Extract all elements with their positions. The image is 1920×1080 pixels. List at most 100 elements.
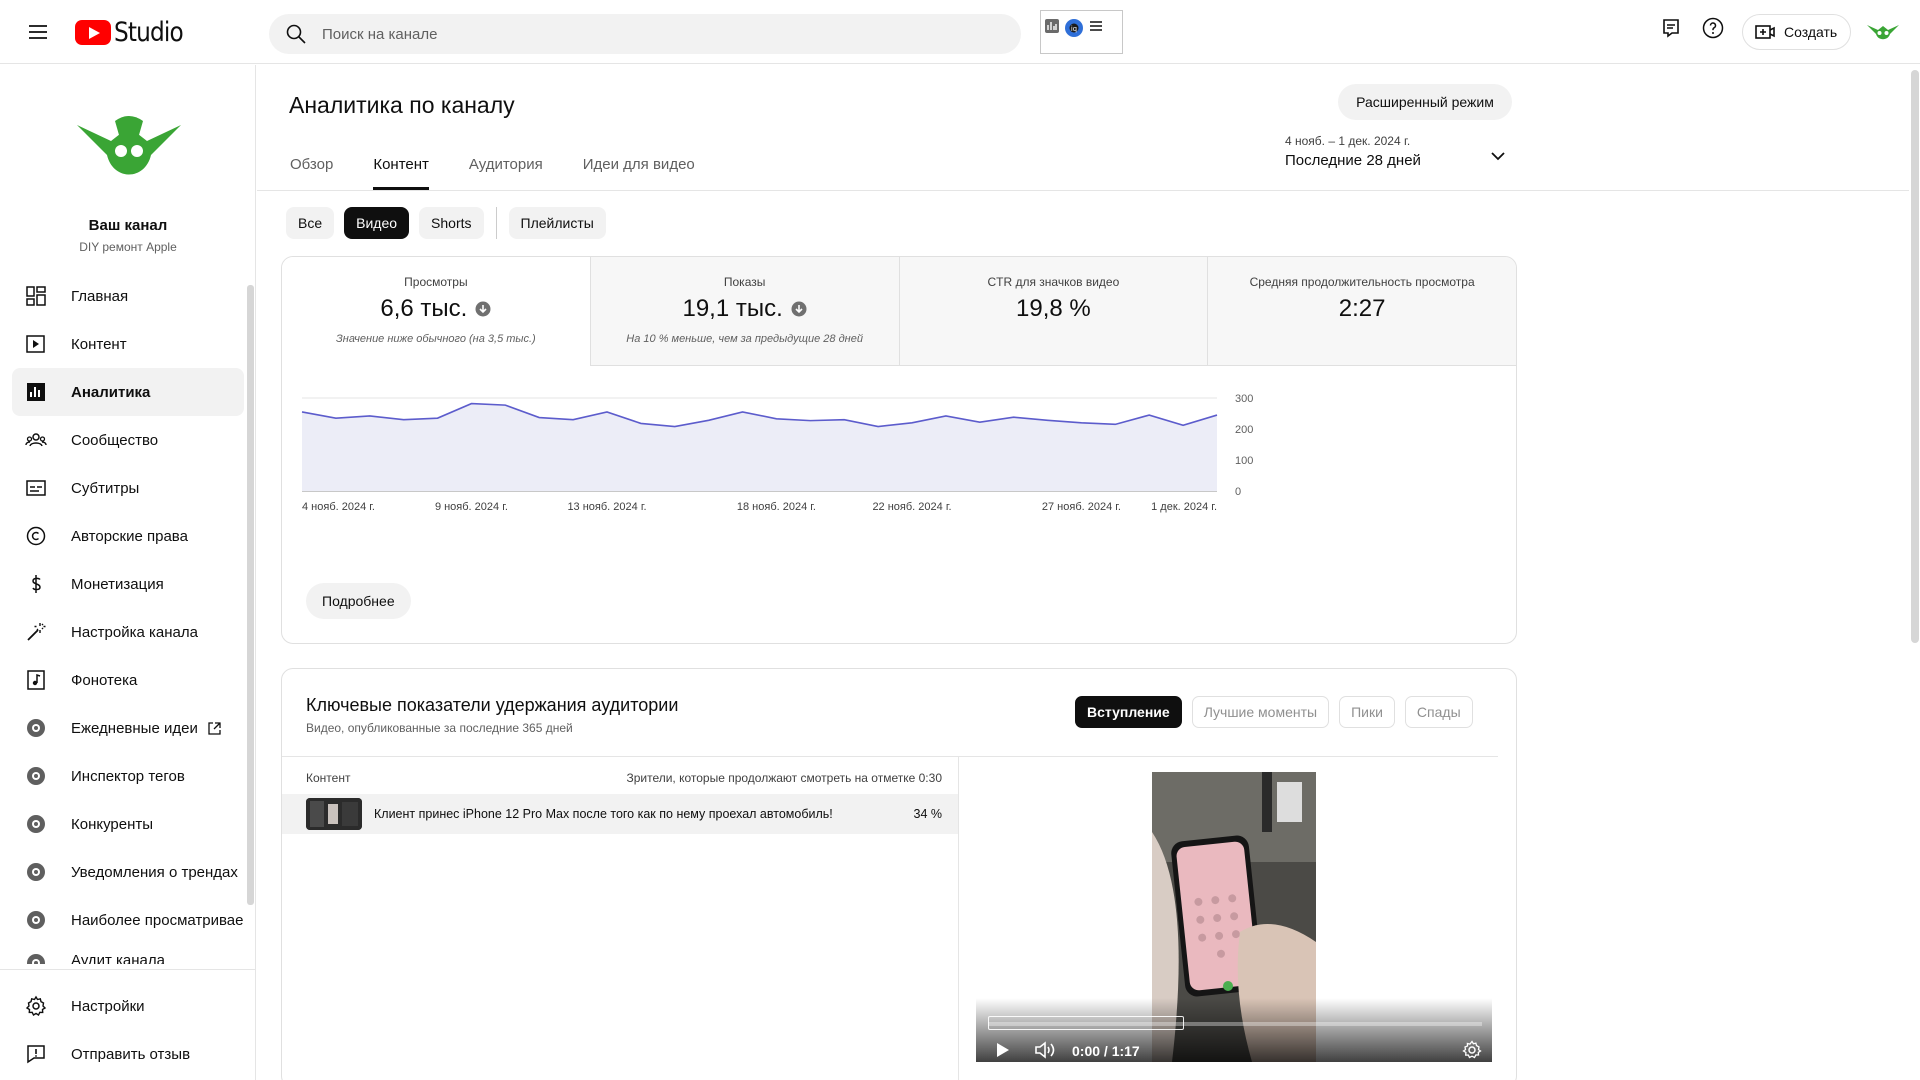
logo-text: Studio [114,16,184,48]
sidebar-item-feedback[interactable]: Отправить отзыв [12,1030,244,1078]
sidebar-item-label: Монетизация [71,575,164,593]
metric-label: Показы [723,275,766,289]
volume-icon[interactable] [1034,1040,1056,1060]
video-player[interactable]: 0:00 / 1:17 [976,772,1492,1062]
sidebar-item-copyright[interactable]: Авторские права [12,512,244,560]
advanced-mode-button[interactable]: Расширенный режим [1338,84,1512,120]
sidebar-item-label: Главная [71,287,129,305]
metrics-card: Просмотры 6,6 тыс. Значение ниже обычног… [281,256,1517,644]
channel-avatar[interactable] [77,113,181,183]
sidebar-item-label: Уведомления о трендах [71,863,238,881]
play-icon[interactable] [992,1040,1012,1060]
sidebar-item-label: Субтитры [71,479,140,497]
extension-list-icon[interactable] [1089,19,1103,33]
help-icon[interactable] [1701,16,1725,40]
sidebar-item-label: Контент [71,335,127,353]
settings-icon [25,995,47,1016]
sidebar: Ваш канал DIY ремонт Apple Главная Конте… [0,65,256,1080]
video-time: 0:00 / 1:17 [1072,1043,1140,1059]
chip-shorts[interactable]: Shorts [419,207,484,239]
channel-name: Ваш канал [88,217,168,234]
tab-overview[interactable]: Обзор [290,156,333,190]
menu-icon[interactable] [24,18,52,46]
sidebar-item-content[interactable]: Контент [12,320,244,368]
date-range-picker[interactable]: 4 нояб. – 1 дек. 2024 г. Последние 28 дн… [1285,134,1421,169]
sidebar-item-community[interactable]: Сообщество [12,416,244,464]
sidebar-item-most-viewed[interactable]: Наиболее просматриваемые [12,896,244,944]
sidebar-item-tag-inspector[interactable]: Инспектор тегов [12,752,244,800]
vidiq-extension-icon [27,815,45,833]
tab-video-ideas[interactable]: Идеи для видео [583,156,695,190]
retention-title: Ключевые показатели удержания аудитории [306,695,679,715]
progress-scrubber[interactable] [988,1016,1184,1030]
metric-views[interactable]: Просмотры 6,6 тыс. Значение ниже обычног… [282,257,591,366]
sidebar-scrollbar[interactable] [247,285,254,905]
audio-library-icon [27,670,45,690]
table-header: Контент Зрители, которые продолжают смот… [306,771,942,785]
chip-videos[interactable]: Видео [344,207,410,239]
page-scrollbar[interactable] [1911,70,1919,643]
metric-note: На 10 % меньше, чем за предыдущие 28 дне… [626,333,863,345]
sidebar-item-monetization[interactable]: Монетизация [12,560,244,608]
sidebar-item-label: Настройка канала [71,623,198,641]
sidebar-item-label: Ежедневные идеи [71,719,198,737]
sidebar-item-channel-audit[interactable]: Аудит канала [12,944,244,964]
youtube-studio-logo[interactable]: Studio [75,16,194,48]
feedback-icon [27,1045,45,1064]
metric-avg-view-duration[interactable]: Средняя продолжительность просмотра 2:27 [1208,257,1516,366]
youtube-logo-icon [75,19,111,45]
subtitles-icon [26,480,46,496]
search-input[interactable] [322,25,922,43]
sidebar-item-competitors[interactable]: Конкуренты [12,800,244,848]
chip-all[interactable]: Все [286,207,335,239]
extension-vidiq-icon[interactable]: iq [1065,19,1083,37]
sidebar-item-label: Фонотека [71,671,138,689]
metric-label: Средняя продолжительность просмотра [1249,275,1475,289]
content-type-chips: Все Видео Shorts Плейлисты [286,207,606,239]
tab-dips[interactable]: Спады [1404,696,1473,728]
chip-playlists[interactable]: Плейлисты [508,207,606,239]
account-avatar[interactable] [1866,16,1900,48]
see-more-button[interactable]: Подробнее [306,583,411,619]
metric-value: 19,8 % [1016,295,1091,322]
tab-top-moments[interactable]: Лучшие моменты [1191,696,1330,728]
extension-analytics-icon[interactable] [1045,19,1059,33]
tab-audience[interactable]: Аудитория [469,156,543,190]
search-bar[interactable] [269,14,1021,54]
sidebar-item-customization[interactable]: Настройка канала [12,608,244,656]
sidebar-item-audio-library[interactable]: Фонотека [12,656,244,704]
metric-tabs: Просмотры 6,6 тыс. Значение ниже обычног… [282,257,1516,366]
date-range-dates: 4 нояб. – 1 дек. 2024 г. [1285,134,1411,148]
chevron-down-icon[interactable] [1489,150,1507,162]
vidiq-extension-icon [27,863,45,881]
sidebar-item-analytics[interactable]: Аналитика [12,368,244,416]
sidebar-item-settings[interactable]: Настройки [12,982,244,1030]
sidebar-nav: Главная Контент Аналитика Сообщество Суб… [12,272,244,964]
views-line-chart[interactable]: 0 100 200 300 4 нояб. 2024 г. 9 нояб. 2024 г.… [282,367,1517,577]
extension-toolbar: iq [1040,10,1123,54]
channel-handle: DIY ремонт Apple [79,240,177,254]
tab-content[interactable]: Контент [373,156,429,190]
subtitles-messages-icon[interactable] [1659,16,1683,40]
metric-impressions[interactable]: Показы 19,1 тыс. На 10 % меньше, чем за … [590,257,900,366]
x-tick-label: 22 нояб. 2024 г. [872,501,951,513]
retention-tabs: Вступление Лучшие моменты Пики Спады [1075,696,1473,728]
arrow-down-circle-icon [475,301,491,317]
x-tick-label: 4 нояб. 2024 г. [302,501,375,513]
create-button-label: Создать [1784,24,1838,40]
tab-spikes[interactable]: Пики [1339,696,1395,728]
sidebar-item-daily-ideas[interactable]: Ежедневные идеи [12,704,244,752]
sidebar-item-label: Авторские права [71,527,188,545]
settings-gear-icon[interactable] [1462,1040,1482,1060]
metric-ctr[interactable]: CTR для значков видео 19,8 % [899,257,1209,366]
sidebar-item-label: Аналитика [71,383,151,401]
sidebar-item-dashboard[interactable]: Главная [12,272,244,320]
sidebar-item-trend-alerts[interactable]: Уведомления о трендах [12,848,244,896]
sidebar-item-subtitles[interactable]: Субтитры [12,464,244,512]
table-row[interactable]: Клиент принес iPhone 12 Pro Max после то… [282,794,958,834]
create-button[interactable]: Создать [1742,14,1851,50]
svg-text:iq: iq [1071,25,1077,33]
retention-column-divider [958,757,959,1080]
search-icon[interactable] [284,22,308,46]
tab-intro[interactable]: Вступление [1075,696,1182,728]
